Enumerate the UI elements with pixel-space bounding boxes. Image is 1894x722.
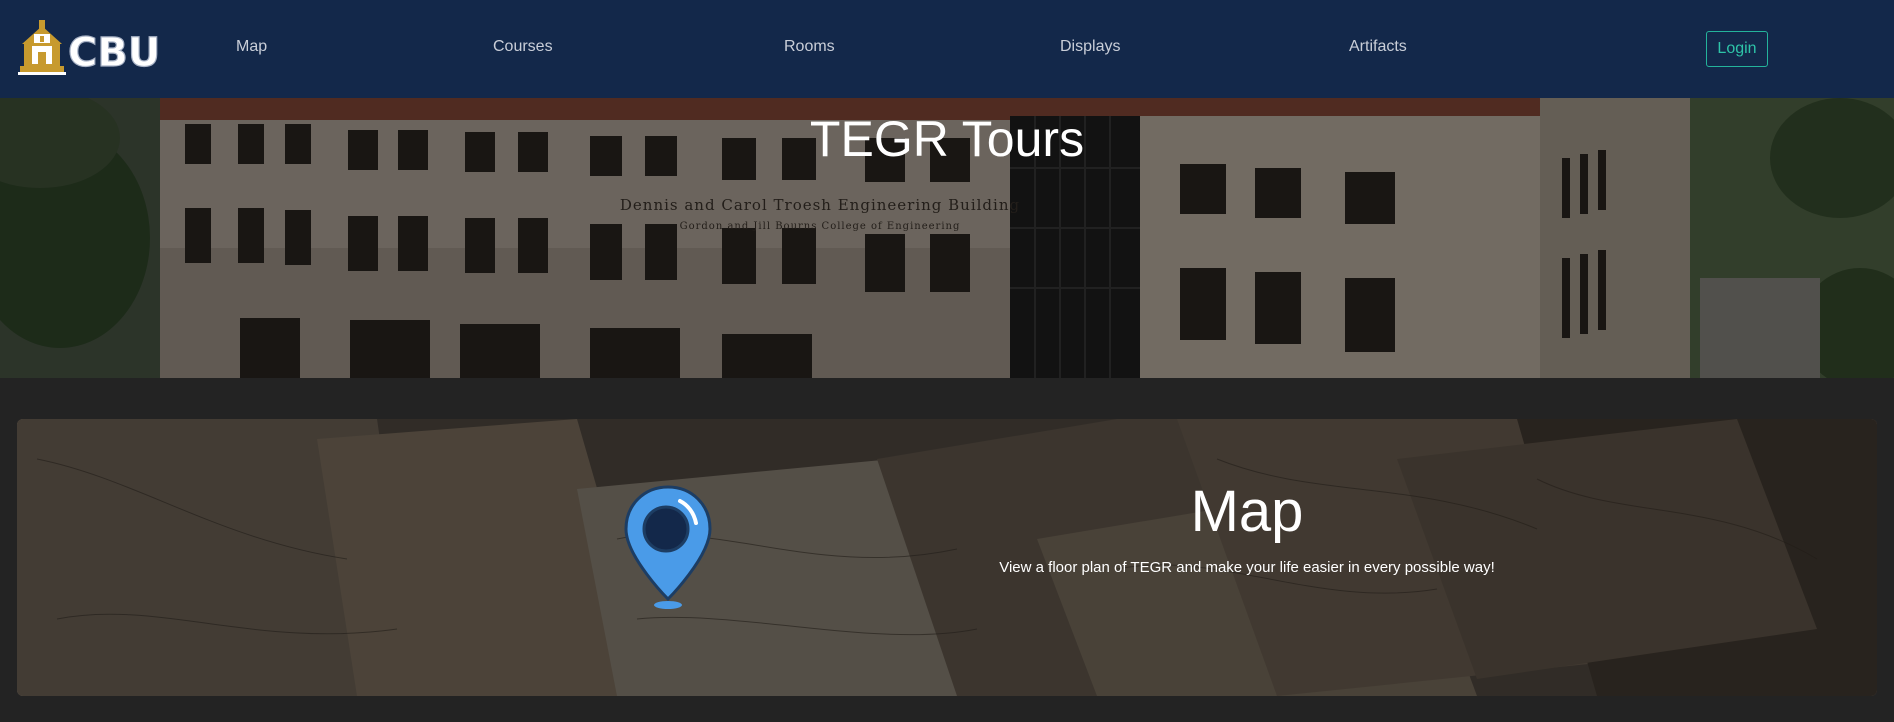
map-collage-background bbox=[17, 419, 1877, 696]
nav-map[interactable]: Map bbox=[236, 38, 267, 56]
login-button[interactable]: Login bbox=[1706, 31, 1768, 67]
nav-courses[interactable]: Courses bbox=[493, 38, 553, 56]
cbu-logo-link[interactable]: CBU bbox=[18, 20, 168, 77]
page-title: TEGR Tours bbox=[809, 111, 1085, 167]
map-card[interactable]: Map View a floor plan of TEGR and make y… bbox=[17, 419, 1877, 696]
card-title: Map bbox=[1190, 479, 1304, 544]
hero-banner: Dennis and Carol Troesh Engineering Buil… bbox=[0, 98, 1894, 378]
bell-tower-icon: CBU bbox=[18, 20, 161, 77]
map-pin-icon bbox=[624, 485, 712, 609]
card-description: View a floor plan of TEGR and make your … bbox=[999, 559, 1495, 576]
top-navbar: CBU Map Courses Rooms Displays Artifacts… bbox=[0, 0, 1894, 98]
nav-rooms[interactable]: Rooms bbox=[784, 38, 835, 56]
nav-displays[interactable]: Displays bbox=[1060, 38, 1120, 56]
brand-text: CBU bbox=[68, 30, 160, 76]
nav-artifacts[interactable]: Artifacts bbox=[1349, 38, 1407, 56]
